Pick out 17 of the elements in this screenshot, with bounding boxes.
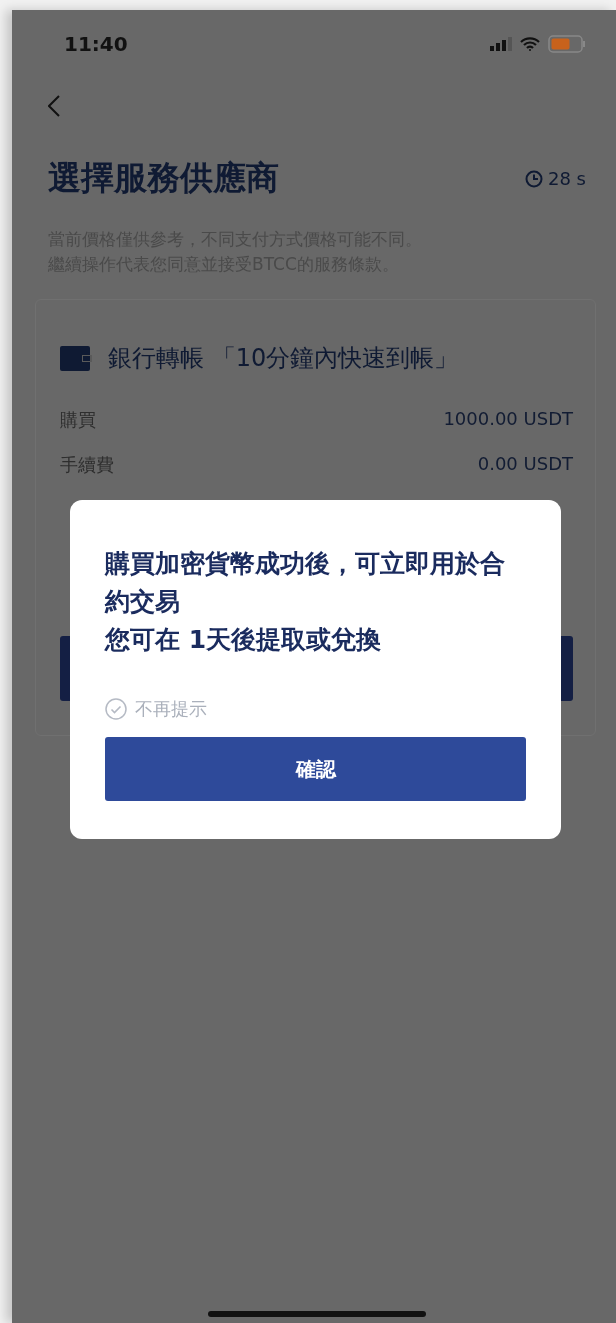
wallet-icon (60, 345, 92, 371)
page-title: 選擇服務供應商 (48, 157, 279, 199)
confirm-button[interactable]: 確認 (105, 737, 526, 801)
row-label: 購買 (60, 408, 96, 432)
dialog-message: 購買加密貨幣成功後，可立即用於合約交易 您可在 1天後提取或兌換 (105, 548, 506, 656)
signal-icon (490, 37, 512, 51)
row-value: 1000.00 USDT (443, 408, 573, 431)
battery-icon (548, 35, 586, 53)
row-value: 0.00 USDT (477, 453, 573, 476)
provider-title: 銀行轉帳 「10分鐘內快速到帳」 (108, 343, 459, 374)
back-icon (48, 95, 60, 117)
check-circle-icon (105, 698, 127, 720)
wifi-icon (520, 37, 540, 51)
clock-icon (525, 169, 543, 188)
status-time: 11:40 (64, 32, 128, 56)
countdown-timer: 28 s (525, 168, 586, 189)
row-label: 手續費 (60, 453, 114, 477)
